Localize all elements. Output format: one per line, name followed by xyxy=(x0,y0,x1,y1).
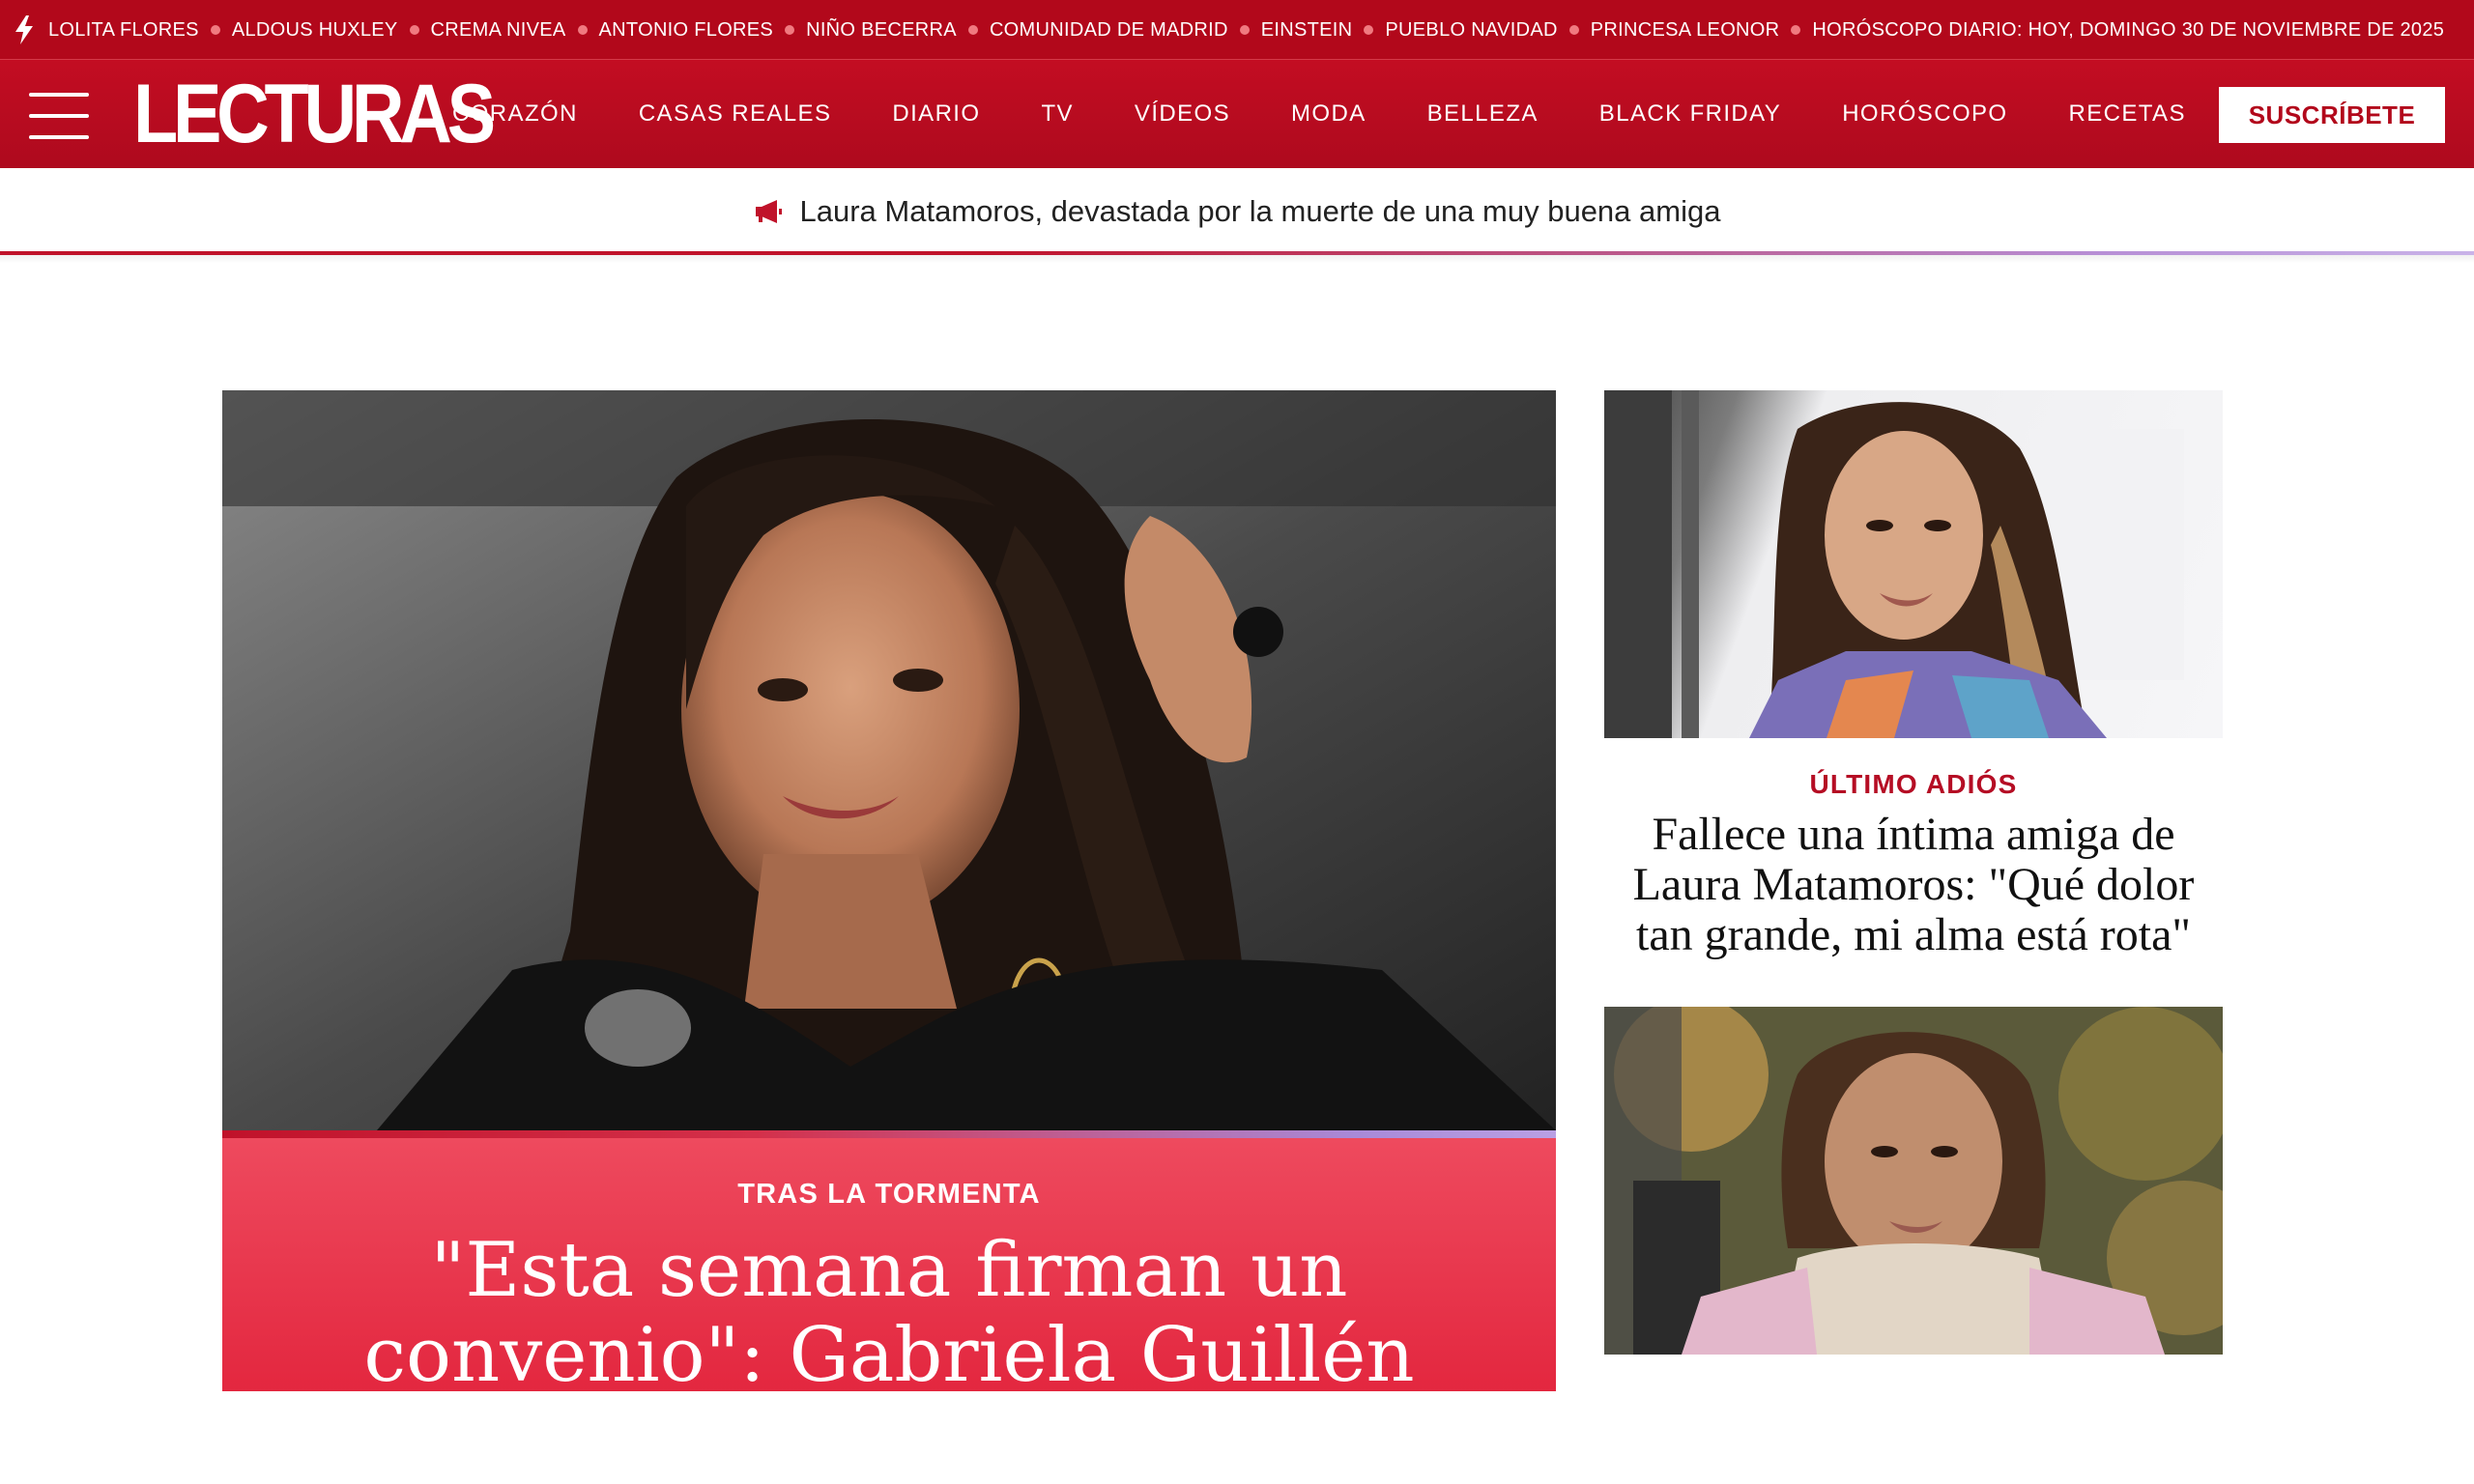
woman-portrait-image xyxy=(1604,390,2184,738)
trending-item[interactable]: PRINCESA LEONOR xyxy=(1591,19,1780,42)
main-header: LECTURAS CORAZÓN CASAS REALES DIARIO TV … xyxy=(0,60,2474,168)
trending-item[interactable]: LOLITA FLORES xyxy=(48,19,199,42)
separator-dot xyxy=(967,25,978,35)
nav-item-black-friday[interactable]: BLACK FRIDAY xyxy=(1599,100,1781,128)
nav-item-moda[interactable]: MODA xyxy=(1291,100,1366,128)
hero-kicker: TRAS LA TORMENTA xyxy=(737,1179,1041,1210)
woman-portrait-image xyxy=(222,390,1556,1130)
side-article-card[interactable]: ÚLTIMO ADIÓS Fallece una íntima amiga de… xyxy=(1604,390,2223,960)
hero-headline[interactable]: "Esta semana firman un convenio": Gabrie… xyxy=(309,1228,1469,1483)
woman-portrait-image xyxy=(1604,1007,2223,1355)
trending-item[interactable]: ALDOUS HUXLEY xyxy=(232,19,398,42)
hero-caption[interactable]: TRAS LA TORMENTA "Esta semana firman un … xyxy=(222,1138,1556,1483)
breaking-news-text[interactable]: Laura Matamoros, devastada por la muerte… xyxy=(800,194,1721,229)
subscribe-button[interactable]: SUSCRÍBETE xyxy=(2219,87,2445,143)
nav-item-corazon[interactable]: CORAZÓN xyxy=(452,100,578,128)
megaphone-icon xyxy=(755,200,782,223)
trending-item[interactable]: EINSTEIN xyxy=(1261,19,1353,42)
hero-photo[interactable] xyxy=(222,390,1556,1130)
trending-item[interactable]: COMUNIDAD DE MADRID xyxy=(990,19,1228,42)
separator-dot xyxy=(1239,25,1250,35)
trending-item[interactable]: NIÑO BECERRA xyxy=(806,19,957,42)
trending-item[interactable]: CREMA NIVEA xyxy=(431,19,566,42)
separator-dot xyxy=(577,25,588,35)
side-article-card[interactable] xyxy=(1604,1007,2223,1355)
trending-bar: LOLITA FLORES ALDOUS HUXLEY CREMA NIVEA … xyxy=(0,0,2474,60)
gradient-divider xyxy=(222,1130,1556,1138)
nav-item-diario[interactable]: DIARIO xyxy=(892,100,980,128)
separator-dot xyxy=(785,25,795,35)
site-logo[interactable]: LECTURAS xyxy=(133,72,496,156)
article-headline[interactable]: Fallece una íntima amiga de Laura Matamo… xyxy=(1604,810,2223,960)
hamburger-menu-icon[interactable] xyxy=(29,93,89,139)
nav-item-horoscopo[interactable]: HORÓSCOPO xyxy=(1842,100,2007,128)
separator-dot xyxy=(1568,25,1579,35)
main-nav: CORAZÓN CASAS REALES DIARIO TV VÍDEOS MO… xyxy=(452,60,2247,168)
nav-item-casas-reales[interactable]: CASAS REALES xyxy=(639,100,832,128)
article-kicker: ÚLTIMO ADIÓS xyxy=(1809,769,2018,799)
nav-item-recetas[interactable]: RECETAS xyxy=(2069,100,2186,128)
breaking-news-strip[interactable]: Laura Matamoros, devastada por la muerte… xyxy=(0,168,2474,263)
nav-item-tv[interactable]: TV xyxy=(1041,100,1073,128)
article-photo[interactable] xyxy=(1604,1007,2223,1355)
separator-dot xyxy=(409,25,419,35)
nav-item-videos[interactable]: VÍDEOS xyxy=(1135,100,1230,128)
trending-item[interactable]: PUEBLO NAVIDAD xyxy=(1385,19,1557,42)
nav-item-belleza[interactable]: BELLEZA xyxy=(1427,100,1539,128)
article-photo[interactable] xyxy=(1604,390,2223,738)
separator-dot xyxy=(210,25,220,35)
trending-item[interactable]: ANTONIO FLORES xyxy=(599,19,774,42)
separator-dot xyxy=(1364,25,1374,35)
trending-item[interactable]: HORÓSCOPO DIARIO: HOY, DOMINGO 30 DE NOV… xyxy=(1812,19,2444,42)
lightning-bolt-icon xyxy=(15,15,33,44)
hero-article[interactable]: TRAS LA TORMENTA "Esta semana firman un … xyxy=(222,390,1556,1483)
separator-dot xyxy=(1791,25,1801,35)
